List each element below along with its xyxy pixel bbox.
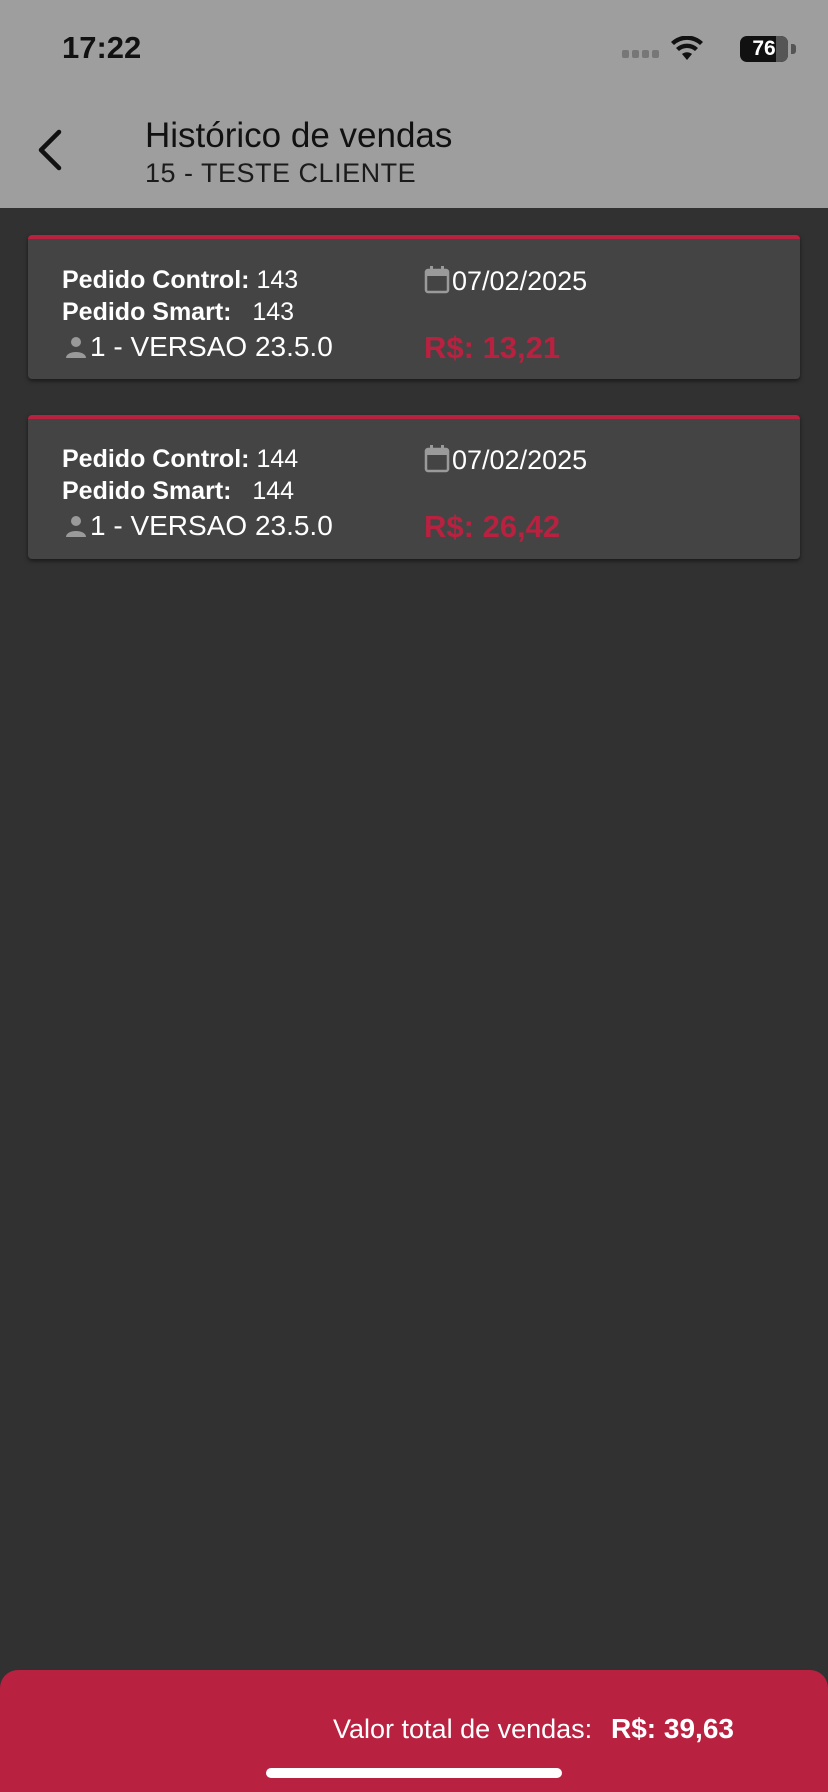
smart-order-label: Pedido Smart: xyxy=(62,477,232,505)
control-order-row: Pedido Control: 144 xyxy=(62,445,298,474)
order-date: 07/02/2025 xyxy=(452,445,588,475)
smart-order-number: 144 xyxy=(252,477,295,505)
page-subtitle: 15 - TESTE CLIENTE xyxy=(145,158,417,188)
order-price: R$: 13,21 xyxy=(424,330,561,365)
status-icons: 76 xyxy=(616,34,796,64)
app-header: 17:22 76 Histórico de vendas 15 - TESTE … xyxy=(0,0,828,208)
page-title: Histórico de vendas xyxy=(145,116,453,155)
smart-order-row: Pedido Smart: 143 xyxy=(62,298,294,327)
back-button[interactable] xyxy=(22,122,78,178)
control-order-label: Pedido Control: xyxy=(62,445,250,473)
battery-icon: 76 xyxy=(736,36,796,64)
total-footer: Valor total de vendas: R$: 39,63 xyxy=(0,1670,828,1792)
smart-order-label: Pedido Smart: xyxy=(62,298,232,326)
user-icon xyxy=(66,337,86,358)
battery-level: 76 xyxy=(752,37,776,60)
order-user: 1 - VERSAO 23.5.0 xyxy=(90,331,333,362)
status-time: 17:22 xyxy=(62,30,142,65)
control-order-number: 144 xyxy=(256,445,299,473)
order-card[interactable]: Pedido Control: 144 Pedido Smart: 144 1 … xyxy=(28,415,800,559)
calendar-icon xyxy=(424,266,450,294)
order-date: 07/02/2025 xyxy=(452,266,588,296)
total-label: Valor total de vendas: xyxy=(333,1714,593,1744)
order-card[interactable]: Pedido Control: 143 Pedido Smart: 143 1 … xyxy=(28,235,800,379)
cellular-signal-icon xyxy=(622,50,659,58)
total-value: R$: 39,63 xyxy=(611,1713,734,1744)
control-order-row: Pedido Control: 143 xyxy=(62,266,298,295)
chevron-left-icon xyxy=(38,129,62,171)
control-order-label: Pedido Control: xyxy=(62,266,250,294)
home-indicator[interactable] xyxy=(266,1768,562,1778)
order-user: 1 - VERSAO 23.5.0 xyxy=(90,510,333,541)
smart-order-number: 143 xyxy=(252,298,295,326)
calendar-icon xyxy=(424,445,450,473)
wifi-icon xyxy=(671,36,703,60)
smart-order-row: Pedido Smart: 144 xyxy=(62,477,294,506)
user-icon xyxy=(66,516,86,537)
order-price: R$: 26,42 xyxy=(424,509,561,544)
control-order-number: 143 xyxy=(256,266,299,294)
